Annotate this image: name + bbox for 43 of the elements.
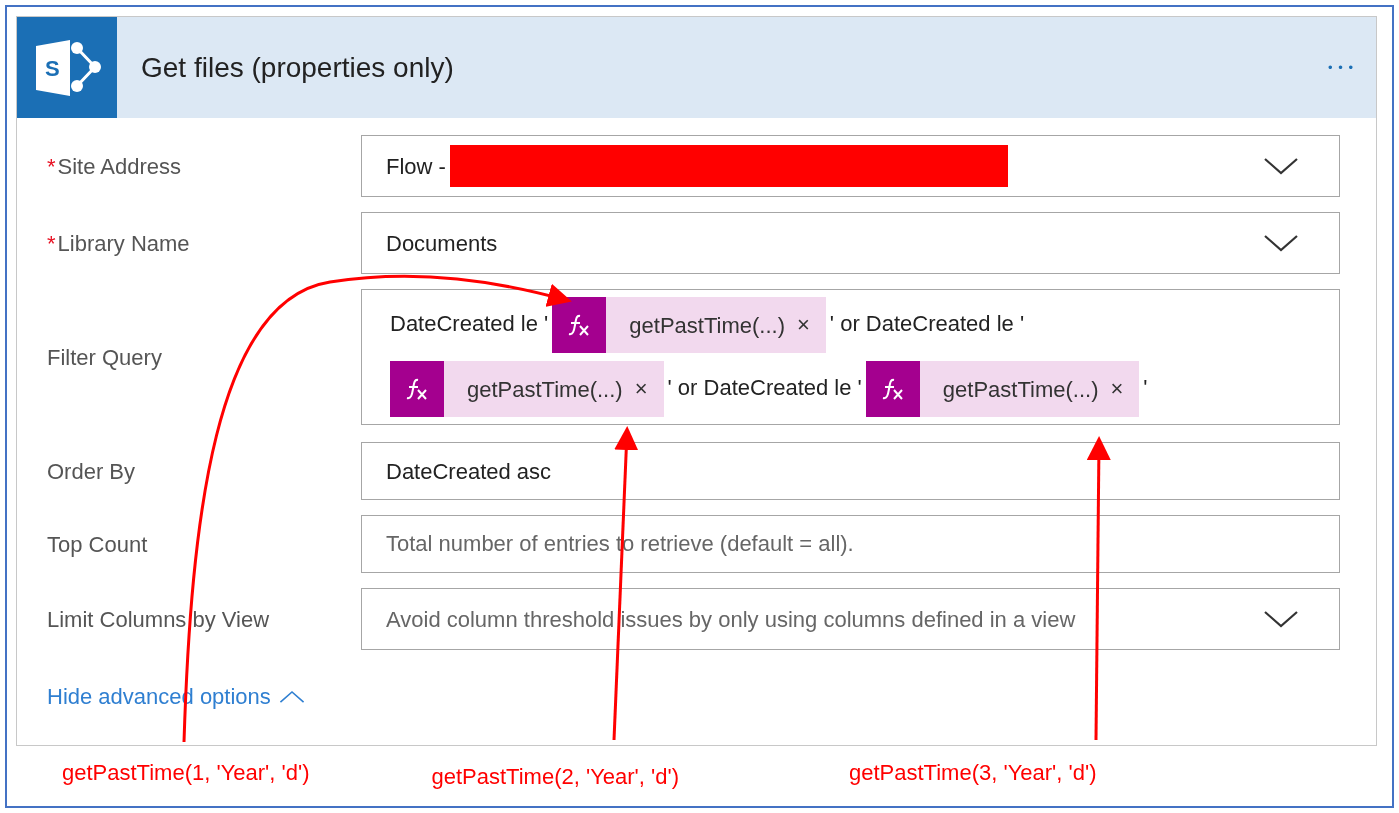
field-label: Site Address — [57, 152, 182, 181]
chevron-down-icon — [1263, 157, 1299, 175]
annotation-label: getPastTime(2, 'Year', 'd') — [431, 763, 679, 791]
expression-text: ' — [1142, 374, 1149, 402]
dropdown-field[interactable]: Flow - — [361, 135, 1340, 197]
remove-token-button[interactable]: × — [1110, 378, 1124, 400]
dropdown-field[interactable]: Avoid column threshold issues by only using columns defined in a view — [361, 588, 1340, 650]
field-value: Flow - — [386, 152, 446, 181]
expression-text: ' or DateCreated le ' — [828, 310, 1026, 338]
remove-token-button[interactable]: × — [796, 314, 810, 336]
field-label: Limit Columns by View — [47, 605, 270, 634]
sharepoint-icon: S — [17, 17, 117, 118]
expression-token[interactable]: getPastTime(...) × — [865, 361, 1140, 417]
field-label: Top Count — [47, 530, 148, 559]
chevron-down-icon — [1263, 234, 1299, 252]
function-icon — [552, 297, 607, 353]
card-title: Get files (properties only) — [141, 50, 455, 85]
annotation-label: getPastTime(3, 'Year', 'd') — [849, 759, 1097, 787]
required-asterisk: * — [47, 152, 56, 181]
function-icon — [390, 361, 444, 417]
remove-token-button[interactable]: × — [634, 378, 648, 400]
field-value: Documents — [386, 229, 498, 258]
function-icon — [865, 361, 920, 417]
annotation-label: getPastTime(1, 'Year', 'd') — [62, 759, 310, 787]
token-label: getPastTime(...) — [942, 375, 1099, 404]
chevron-down-icon — [1263, 610, 1299, 628]
required-asterisk: * — [47, 229, 56, 258]
expression-text: DateCreated le ' — [389, 310, 550, 338]
dropdown-field[interactable]: Documents — [361, 212, 1340, 274]
expression-token[interactable]: getPastTime(...) × — [552, 297, 826, 353]
more-options-button[interactable]: • • • — [1328, 57, 1354, 78]
expression-field[interactable]: DateCreated le ' getPastTime(...) × ' or DateCreated le ' getPastTime(...) × ' or DateCreated le ' getPastTime(...) × ' — [361, 289, 1340, 425]
field-value: DateCreated asc — [386, 457, 552, 486]
field-label: Filter Query — [47, 343, 162, 372]
chevron-up-icon — [278, 689, 305, 704]
token-label: getPastTime(...) — [467, 375, 623, 404]
field-label: Library Name — [57, 229, 190, 258]
text-field[interactable]: DateCreated asc — [361, 442, 1340, 500]
field-placeholder: Avoid column threshold issues by only using columns defined in a view — [386, 605, 1076, 634]
expression-text: ' or DateCreated le ' — [666, 374, 863, 402]
token-label: getPastTime(...) — [629, 311, 785, 340]
expression-token[interactable]: getPastTime(...) × — [390, 361, 664, 417]
field-label: Order By — [47, 457, 136, 486]
